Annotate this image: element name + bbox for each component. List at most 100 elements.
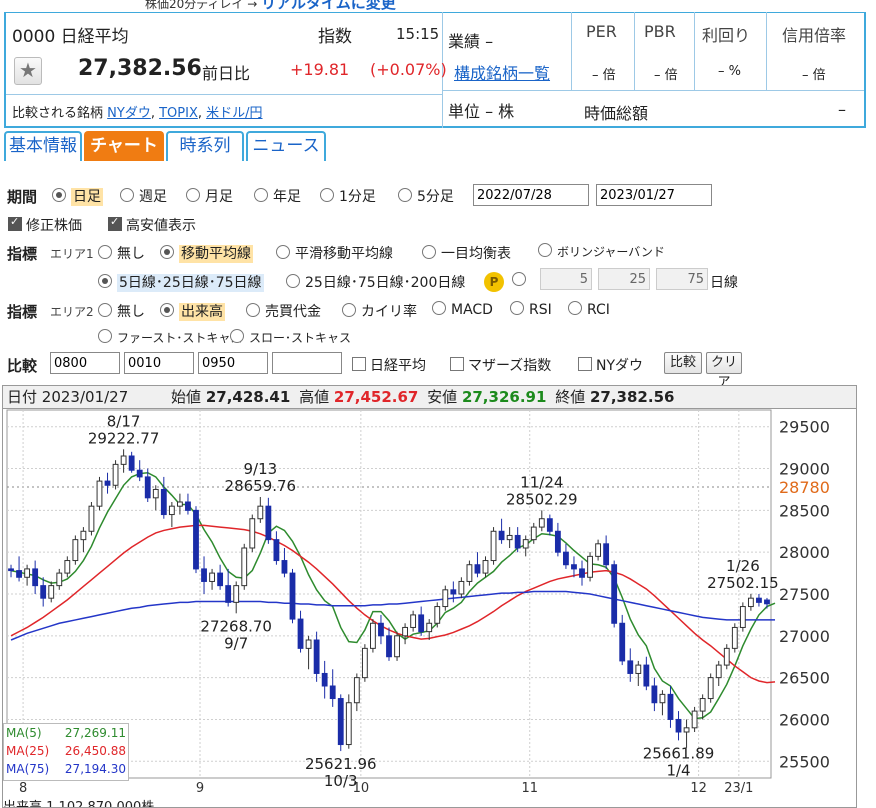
annotation-value: 25661.89 xyxy=(643,744,715,762)
y-tick-label: 28000 xyxy=(779,543,830,562)
candle-body xyxy=(514,534,521,549)
clear-button[interactable]: クリア xyxy=(706,352,742,390)
period-5min[interactable]: 5分足 xyxy=(398,186,454,206)
x-tick-label: 8 xyxy=(19,781,27,796)
ma-custom-radio[interactable] xyxy=(512,272,531,289)
candlestick-plot: 25500 26000 26500 27000 27500 28000 28500 29000… xyxy=(6,409,830,796)
ma-25-75-200[interactable]: 25日線･75日線･200日線 xyxy=(286,272,465,292)
unit-label: 単位 – 株 xyxy=(448,102,515,121)
margin-ratio-value: – 倍 xyxy=(802,68,826,83)
candle-body xyxy=(587,555,593,578)
ind1-bollinger[interactable]: ボリンジャーバンド xyxy=(538,243,665,260)
ma-custom-1-input[interactable] xyxy=(540,268,592,290)
candle-body xyxy=(176,501,183,507)
radio-icon xyxy=(98,303,112,317)
candle-body xyxy=(643,664,650,687)
yield-label: 利回り xyxy=(702,26,751,45)
period-from-input[interactable] xyxy=(473,184,589,206)
ind2-fast-stoch[interactable]: ファースト･ストキャス xyxy=(98,329,242,346)
ind2-none[interactable]: 無し xyxy=(98,301,145,321)
radio-icon xyxy=(160,303,174,317)
compare-code-2-input[interactable] xyxy=(124,352,194,374)
realtime-link[interactable]: リアルタイムに変更 xyxy=(261,0,396,10)
compare-mothers-checkbox[interactable]: マザーズ指数 xyxy=(450,355,551,375)
candle-body xyxy=(386,635,392,658)
price-chart[interactable]: 日付 2023/01/27 始値 27,428.41 高値 27,452.67 … xyxy=(2,385,857,808)
candle-body xyxy=(56,572,63,587)
candle-body xyxy=(281,560,288,574)
y-tick-label: 29500 xyxy=(779,418,830,437)
candle-body xyxy=(571,564,577,570)
candle-body xyxy=(747,597,754,608)
ind1-none[interactable]: 無し xyxy=(98,243,145,263)
pbr-label: PBR xyxy=(644,22,676,41)
annotation-value: 29222.77 xyxy=(88,429,160,447)
period-daily[interactable]: 日足 xyxy=(52,186,103,206)
candle-body xyxy=(24,568,31,578)
compare-nydow-checkbox[interactable]: NYダウ xyxy=(578,355,643,375)
period-to-input[interactable] xyxy=(596,184,712,206)
candle-body xyxy=(273,539,280,562)
adjusted-price-checkbox[interactable]: 修正株価 xyxy=(8,215,82,235)
candle-body xyxy=(619,622,626,662)
ma-custom-2-input[interactable] xyxy=(598,268,650,290)
compare-code-1-input[interactable] xyxy=(50,352,120,374)
x-tick-label: 23/1 xyxy=(724,781,753,796)
margin-ratio-label: 信用倍率 xyxy=(782,26,847,45)
ind1-ichimoku[interactable]: 一目均衡表 xyxy=(422,243,511,263)
ref-line-label: 28780 xyxy=(779,478,830,497)
period-monthly[interactable]: 月足 xyxy=(186,186,233,206)
index-label: 指数 xyxy=(318,27,352,47)
compare-code-3-input[interactable] xyxy=(198,352,268,374)
radio-icon xyxy=(568,301,582,315)
compare-link-nydow[interactable]: NYダウ xyxy=(107,106,151,121)
candle-body xyxy=(305,639,312,649)
period-1min[interactable]: 1分足 xyxy=(320,186,376,206)
compare-code-4-input[interactable] xyxy=(272,352,342,374)
current-price: 27,382.56 xyxy=(78,56,202,81)
period-weekly[interactable]: 週足 xyxy=(120,186,167,206)
y-tick-label: 28500 xyxy=(779,501,830,520)
candle-body xyxy=(8,568,14,572)
candle-body xyxy=(241,547,248,587)
radio-icon xyxy=(342,303,356,317)
candle-body xyxy=(72,539,79,562)
ma-5-25-75[interactable]: 5日線･25日線･75日線 xyxy=(98,272,264,292)
compare-link-topix[interactable]: TOPIX xyxy=(159,106,198,121)
ind2-rsi[interactable]: RSI xyxy=(510,301,552,318)
ind2-deviation[interactable]: カイリ率 xyxy=(342,301,417,321)
period-label: 期間 xyxy=(7,188,38,206)
highlow-display-checkbox[interactable]: 高安値表示 xyxy=(108,215,196,235)
candle-body xyxy=(265,505,272,541)
ind1-smoothed-ma[interactable]: 平滑移動平均線 xyxy=(276,243,393,263)
ind2-volume[interactable]: 出来高 xyxy=(160,301,225,321)
compare-button[interactable]: 比較 xyxy=(664,352,702,374)
ind2-rci[interactable]: RCI xyxy=(568,301,610,318)
constituents-link[interactable]: 構成銘柄一覧 xyxy=(454,60,550,84)
ind2-macd[interactable]: MACD xyxy=(432,301,493,318)
radio-icon xyxy=(538,243,552,257)
candle-body xyxy=(635,664,642,674)
candle-body xyxy=(233,585,240,603)
ind2-slow-stoch[interactable]: スロー･ストキャス xyxy=(230,329,351,346)
tab-chart[interactable]: チャート xyxy=(84,131,164,161)
annotation-value: 28502.29 xyxy=(506,490,578,508)
y-tick-label: 27500 xyxy=(779,585,830,604)
tab-time-series[interactable]: 時系列 xyxy=(166,131,244,161)
ind1-moving-average[interactable]: 移動平均線 xyxy=(160,243,253,263)
quote-time: 15:15 xyxy=(396,25,440,43)
compare-nikkei-checkbox[interactable]: 日経平均 xyxy=(352,355,426,375)
per-label: PER xyxy=(586,22,617,41)
ma-custom-3-input[interactable] xyxy=(656,268,708,290)
candle-body xyxy=(96,480,103,507)
tab-basic-info[interactable]: 基本情報 xyxy=(4,131,82,161)
favorite-star-icon[interactable]: ★ xyxy=(14,57,42,85)
compare-link-usdjpy[interactable]: 米ドル/円 xyxy=(206,106,262,121)
candle-body xyxy=(522,539,529,549)
candle-body xyxy=(201,568,207,582)
tab-news[interactable]: ニュース xyxy=(246,131,326,161)
period-yearly[interactable]: 年足 xyxy=(254,186,301,206)
candle-body xyxy=(675,718,682,733)
candle-body xyxy=(257,505,264,520)
ind2-trading-value[interactable]: 売買代金 xyxy=(246,301,321,321)
